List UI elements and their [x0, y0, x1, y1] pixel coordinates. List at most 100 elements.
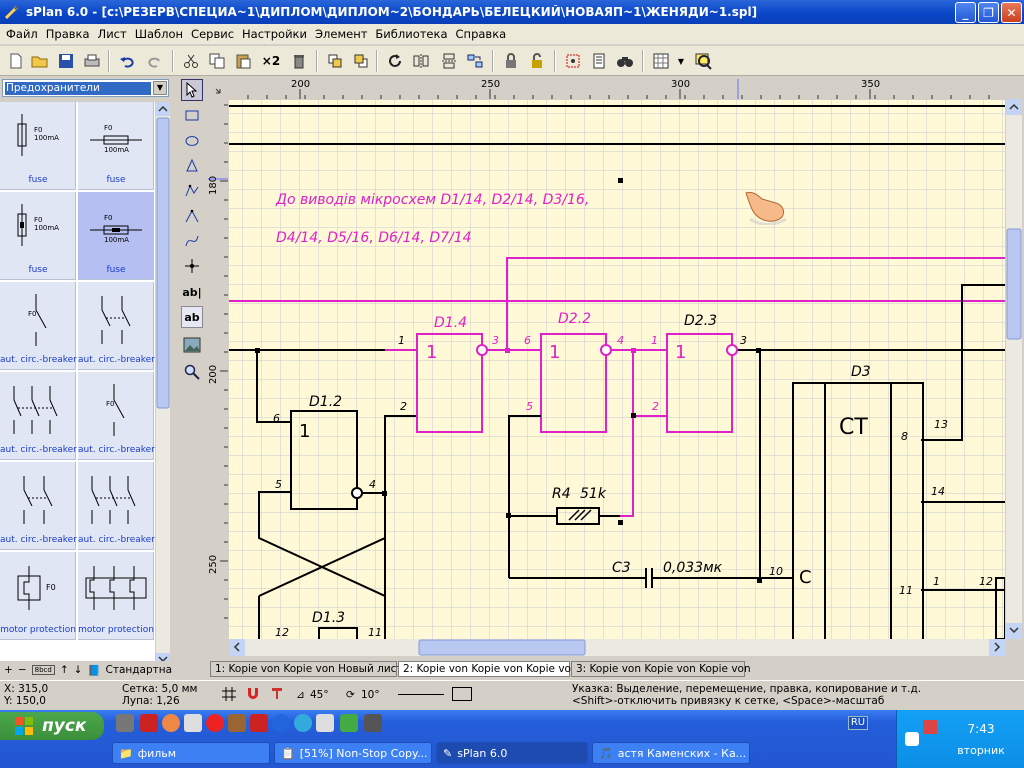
- library-item[interactable]: motor protection: [78, 552, 154, 640]
- task-splan[interactable]: ✎ sPlan 6.0: [436, 742, 588, 764]
- library-item[interactable]: F0 100mA fuse: [78, 102, 154, 190]
- quicklaunch-5-icon[interactable]: [206, 714, 224, 732]
- tray-app-icon[interactable]: [923, 720, 937, 734]
- ellipse-tool-icon[interactable]: [181, 130, 203, 152]
- menu-edit[interactable]: Правка: [42, 27, 94, 41]
- move-down-icon[interactable]: ↓: [74, 664, 83, 676]
- splan-app-icon[interactable]: [4, 4, 20, 20]
- rename-icon[interactable]: 8bcd: [31, 665, 55, 675]
- duplicate-x2-button[interactable]: ×2: [260, 50, 282, 72]
- quicklaunch-opera-icon[interactable]: [162, 714, 180, 732]
- grid-dropdown-icon[interactable]: ▼: [674, 50, 688, 72]
- library-item[interactable]: aut. circ.-breaker: [78, 282, 155, 370]
- open-folder-icon[interactable]: [29, 50, 51, 72]
- delete-icon[interactable]: [288, 50, 310, 72]
- image-tool-icon[interactable]: [181, 334, 203, 356]
- library-item[interactable]: aut. circ.-breaker: [78, 462, 155, 550]
- quicklaunch-splan-icon[interactable]: [228, 714, 246, 732]
- magnet-icon[interactable]: [246, 686, 260, 703]
- task-audio[interactable]: 🎵 астя Каменских - Ка...: [592, 742, 750, 764]
- horizontal-scrollbar[interactable]: [229, 639, 1006, 656]
- remove-icon[interactable]: −: [18, 664, 27, 676]
- task-copy[interactable]: 📋 [51%] Non-Stop Copy...: [274, 742, 432, 764]
- rectangle-tool-icon[interactable]: [181, 105, 203, 127]
- library-item[interactable]: aut. circ.-breaker: [0, 372, 77, 460]
- quicklaunch-1-icon[interactable]: [116, 714, 134, 732]
- pin-snap-icon[interactable]: [270, 686, 284, 703]
- new-file-icon[interactable]: [5, 50, 27, 72]
- close-button[interactable]: ✕: [1001, 2, 1022, 23]
- bring-front-icon[interactable]: [324, 50, 346, 72]
- zoom-tool-icon[interactable]: [181, 361, 203, 383]
- quicklaunch-4-icon[interactable]: [184, 714, 202, 732]
- quicklaunch-11-icon[interactable]: [340, 714, 358, 732]
- quicklaunch-12-icon[interactable]: [364, 714, 382, 732]
- menu-element[interactable]: Элемент: [311, 27, 371, 41]
- rotate-step-icon[interactable]: ⟳: [346, 689, 355, 701]
- quicklaunch-acrobat-icon[interactable]: [140, 714, 158, 732]
- quicklaunch-7-icon[interactable]: [250, 714, 268, 732]
- mirror-horizontal-icon[interactable]: [410, 50, 432, 72]
- library-item[interactable]: F0 aut. circ.-breaker: [0, 282, 77, 370]
- text-tool-icon[interactable]: ab|: [181, 281, 203, 303]
- task-film[interactable]: 📁 фильм: [112, 742, 270, 764]
- polyline-tool-icon[interactable]: [181, 180, 203, 202]
- vertical-scrollbar[interactable]: [1006, 99, 1022, 639]
- library-item[interactable]: F0 motor protection: [0, 552, 76, 640]
- library-item[interactable]: F0 100mA fuse: [0, 102, 76, 190]
- pointer-tool-icon[interactable]: [181, 79, 203, 101]
- redo-icon[interactable]: [144, 50, 166, 72]
- zoom-page-icon[interactable]: [692, 50, 714, 72]
- menu-template[interactable]: Шаблон: [131, 27, 187, 41]
- move-up-icon[interactable]: ↑: [60, 664, 69, 676]
- line-width-preview[interactable]: [398, 694, 444, 695]
- quicklaunch-bluetooth-icon[interactable]: [272, 714, 290, 732]
- save-icon[interactable]: [55, 50, 77, 72]
- grid-icon[interactable]: [650, 50, 672, 72]
- unlock-icon[interactable]: [526, 50, 548, 72]
- search-binoculars-icon[interactable]: [614, 50, 636, 72]
- library-category-select[interactable]: Предохранители ▼: [2, 79, 169, 97]
- menu-sheet[interactable]: Лист: [94, 27, 131, 41]
- cut-icon[interactable]: [180, 50, 202, 72]
- grid-snap-icon[interactable]: [222, 687, 236, 704]
- textbox-tool-icon[interactable]: ab: [181, 306, 203, 328]
- tab-sheet-1[interactable]: 1: Kopie von Kopie von Новый лист: [210, 661, 403, 677]
- menu-help[interactable]: Справка: [452, 27, 511, 41]
- library-book-icon[interactable]: 📘: [87, 664, 100, 677]
- library-item[interactable]: aut. circ.-breaker: [0, 462, 77, 550]
- paste-icon[interactable]: [232, 50, 254, 72]
- selection-handle[interactable]: [618, 178, 623, 183]
- schematic-svg[interactable]: [229, 100, 1005, 639]
- line-tool-icon[interactable]: [181, 205, 203, 227]
- tab-sheet-3[interactable]: 3: Kopie von Kopie von Kopie von: [571, 661, 751, 677]
- minimize-button[interactable]: _: [955, 2, 976, 23]
- tray-network-icon[interactable]: [905, 732, 919, 746]
- library-scrollbar[interactable]: [156, 102, 170, 667]
- print-icon[interactable]: [81, 50, 103, 72]
- library-item[interactable]: F0 100mA fuse: [78, 192, 154, 280]
- polygon-tool-icon[interactable]: [181, 155, 203, 177]
- menu-settings[interactable]: Настройки: [238, 27, 311, 41]
- menu-library[interactable]: Библиотека: [371, 27, 451, 41]
- language-indicator[interactable]: RU: [848, 716, 868, 730]
- swap-icon[interactable]: [464, 50, 486, 72]
- tab-sheet-2[interactable]: 2: Kopie von Kopie von Kopie von: [398, 661, 578, 677]
- library-item[interactable]: F0 100mA fuse: [0, 192, 76, 280]
- restore-button[interactable]: ❐: [978, 2, 999, 23]
- rotate-icon[interactable]: [384, 50, 406, 72]
- lock-icon[interactable]: [500, 50, 522, 72]
- quicklaunch-9-icon[interactable]: [294, 714, 312, 732]
- send-back-icon[interactable]: [350, 50, 372, 72]
- bezier-tool-icon[interactable]: [181, 230, 203, 252]
- schematic-canvas[interactable]: До виводів мікросхем D1/14, D2/14, D3/16…: [229, 100, 1005, 639]
- parts-list-icon[interactable]: [588, 50, 610, 72]
- add-icon[interactable]: +: [4, 664, 13, 676]
- mirror-vertical-icon[interactable]: [438, 50, 460, 72]
- net-list-icon[interactable]: [562, 50, 584, 72]
- copy-icon[interactable]: [206, 50, 228, 72]
- title-bar[interactable]: sPlan 6.0 - [c:\РЕЗЕРВ\СПЕЦИА~1\ДИПЛОМ\Д…: [0, 0, 1024, 24]
- clock-time[interactable]: 7:43: [941, 722, 1021, 736]
- junction-tool-icon[interactable]: [181, 255, 203, 277]
- menu-service[interactable]: Сервис: [187, 27, 238, 41]
